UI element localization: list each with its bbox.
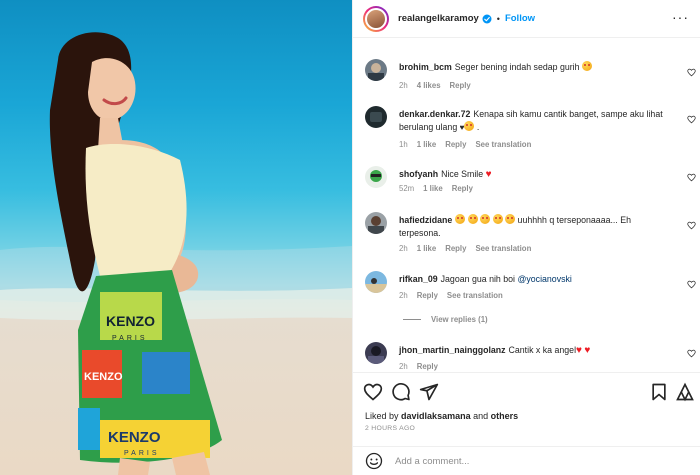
comment-time: 1h — [399, 140, 408, 149]
comment-text: brohim_bcm Seger bening indah sedap gurih — [399, 61, 669, 74]
comment-meta: 52m 1 like Reply — [399, 184, 473, 193]
comment-likes[interactable]: 1 like — [417, 140, 437, 149]
comment-content: Seger bening indah sedap gurih — [454, 62, 580, 72]
comment-text: denkar.denkar.72 Kenapa sih kamu cantik b… — [399, 108, 669, 134]
comment-content: Jagoan gua nih boi — [440, 274, 515, 284]
mention-link[interactable]: @yocianovski — [517, 274, 571, 284]
red-heart-emoji-icon: ♥ — [576, 345, 582, 356]
reply-button[interactable]: Reply — [450, 81, 471, 90]
comment-meta: 2h 1 like Reply See translation — [399, 244, 531, 253]
liked-by-summary: Liked by davidlaksamana and others — [365, 411, 518, 421]
reel-counter-icon[interactable] — [675, 382, 695, 402]
red-heart-emoji-icon: ♥ — [584, 345, 591, 356]
comment-content: Nice Smile — [441, 169, 484, 179]
skirt-logo-bottom: KENZO — [108, 429, 161, 446]
comment-meta: 1h 1 like Reply See translation — [399, 140, 531, 149]
save-bookmark-icon[interactable] — [649, 382, 669, 402]
red-heart-emoji-icon: ♥ — [485, 169, 492, 180]
like-heart-icon[interactable] — [363, 382, 383, 402]
comment-text: hafiedzidane uuhhhh q terseponaaaa... Eh… — [399, 214, 669, 240]
comment-likes[interactable]: 4 likes — [417, 81, 441, 90]
view-replies-label: View replies (1) — [431, 315, 488, 324]
comment-username[interactable]: jhon_martin_nainggolanz — [399, 345, 506, 355]
comment-username[interactable]: denkar.denkar.72 — [399, 109, 470, 119]
comment-meta: 2h Reply See translation — [399, 291, 503, 300]
see-translation-button[interactable]: See translation — [475, 244, 531, 253]
share-paper-plane-icon[interactable] — [419, 382, 439, 402]
comment-likes[interactable]: 1 like — [423, 184, 443, 193]
comment-meta: 2h 4 likes Reply — [399, 81, 471, 90]
header-separator: • — [496, 13, 500, 24]
comment-avatar[interactable] — [365, 166, 387, 188]
emoji-icon — [455, 214, 466, 224]
comment-meta: 2h Reply — [399, 362, 438, 371]
like-comment-heart-icon[interactable] — [687, 349, 696, 358]
comment-username[interactable]: brohim_bcm — [399, 62, 452, 72]
author-username[interactable]: realangelkaramoy — [398, 13, 479, 24]
post-action-bar — [353, 372, 700, 410]
comment-avatar[interactable] — [365, 212, 387, 234]
liked-by-and: and — [473, 411, 489, 421]
comment-text: jhon_martin_nainggolanz Cantik x ka angel… — [399, 344, 669, 357]
emoji-icon — [467, 214, 478, 224]
post-side-panel: realangelkaramoy • Follow ··· brohim_bcm… — [352, 0, 700, 475]
comment-likes[interactable]: 1 like — [417, 244, 437, 253]
comment-avatar[interactable] — [365, 271, 387, 293]
see-translation-button[interactable]: See translation — [475, 140, 531, 149]
emoji-icon — [505, 214, 516, 224]
like-comment-heart-icon[interactable] — [687, 115, 696, 124]
like-comment-heart-icon[interactable] — [687, 280, 696, 289]
like-comment-heart-icon[interactable] — [687, 221, 696, 230]
comment-time: 2h — [399, 81, 408, 90]
skirt-logo-bottom-sub: PARIS — [124, 450, 160, 457]
comment-avatar[interactable] — [365, 342, 387, 364]
view-replies-line — [403, 319, 421, 320]
reply-button[interactable]: Reply — [445, 140, 466, 149]
comment-input[interactable] — [395, 455, 635, 467]
emoji-icon — [464, 121, 475, 131]
see-translation-button[interactable]: See translation — [447, 291, 503, 300]
view-replies-button[interactable]: View replies (1) — [403, 315, 488, 324]
liked-by-prefix: Liked by — [365, 411, 399, 421]
more-options-icon[interactable]: ··· — [672, 10, 689, 24]
emoji-icon — [492, 214, 503, 224]
emoji-icon — [581, 61, 592, 71]
skirt-logo-top: KENZO — [106, 313, 155, 329]
comments-list[interactable]: brohim_bcm Seger bening indah sedap gurih… — [353, 39, 700, 372]
comment-bubble-icon[interactable] — [391, 382, 411, 402]
author-avatar[interactable] — [363, 5, 389, 32]
verified-badge-icon — [482, 14, 492, 23]
emoji-smiley-icon[interactable] — [365, 452, 383, 470]
reply-button[interactable]: Reply — [417, 291, 438, 300]
post-photo[interactable]: KENZO PARIS KENZO KENZO PARIS — [0, 0, 352, 475]
comment-username[interactable]: shofyanh — [399, 169, 438, 179]
reply-button[interactable]: Reply — [417, 362, 438, 371]
comment-content: Cantik x ka angel — [508, 345, 577, 355]
like-comment-heart-icon[interactable] — [687, 68, 696, 77]
comment-time: 2h — [399, 362, 408, 371]
emoji-icon — [480, 214, 491, 224]
skirt-logo-sub: PARIS — [112, 335, 148, 342]
skirt-logo-left: KENZO — [84, 371, 123, 383]
comment-avatar[interactable] — [365, 106, 387, 128]
reply-button[interactable]: Reply — [445, 244, 466, 253]
comment-text: shofyanh Nice Smile ♥ — [399, 168, 669, 181]
post-header: realangelkaramoy • Follow ··· — [353, 0, 700, 38]
comment-time: 52m — [399, 184, 415, 193]
post-time-ago: 2 HOURS AGO — [365, 425, 416, 432]
comment-time: 2h — [399, 244, 408, 253]
like-comment-heart-icon[interactable] — [687, 173, 696, 182]
add-comment-bar — [353, 446, 700, 475]
comment-text: rifkan_09 Jagoan gua nih boi @yocianovski — [399, 273, 669, 286]
comment-username[interactable]: rifkan_09 — [399, 274, 438, 284]
comment-username[interactable]: hafiedzidane — [399, 215, 452, 225]
comment-content-end: . — [476, 122, 480, 132]
reply-button[interactable]: Reply — [452, 184, 473, 193]
liked-by-others-link[interactable]: others — [491, 411, 519, 421]
follow-button[interactable]: Follow — [505, 13, 535, 24]
comment-avatar[interactable] — [365, 59, 387, 81]
liked-by-user-link[interactable]: davidlaksamana — [401, 411, 471, 421]
post-image-illustration: KENZO PARIS KENZO KENZO PARIS — [0, 32, 352, 475]
comment-time: 2h — [399, 291, 408, 300]
